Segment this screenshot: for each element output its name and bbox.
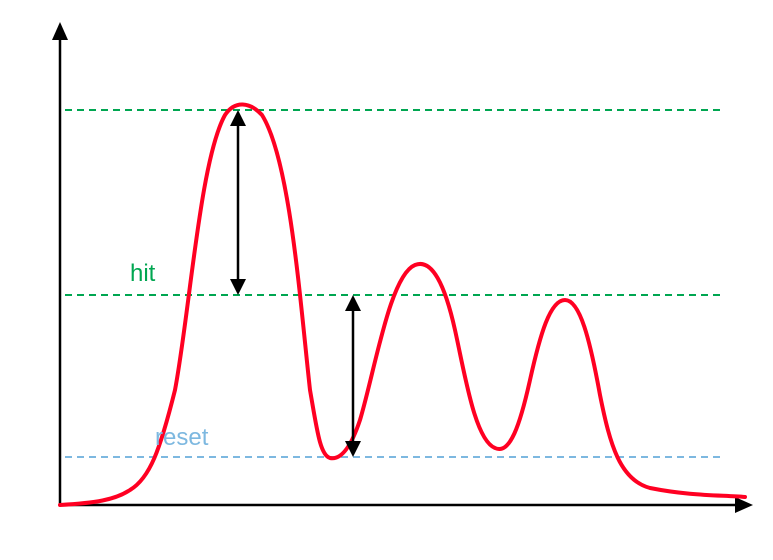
arrow-reset-span xyxy=(345,295,361,457)
arrow-hit-span xyxy=(230,110,246,295)
diagram-svg xyxy=(0,0,773,555)
hit-label: hit xyxy=(130,260,155,288)
y-axis-arrow xyxy=(52,22,68,40)
threshold-diagram: hit reset xyxy=(0,0,773,555)
x-axis-arrow xyxy=(735,497,753,513)
reset-label: reset xyxy=(155,424,208,452)
